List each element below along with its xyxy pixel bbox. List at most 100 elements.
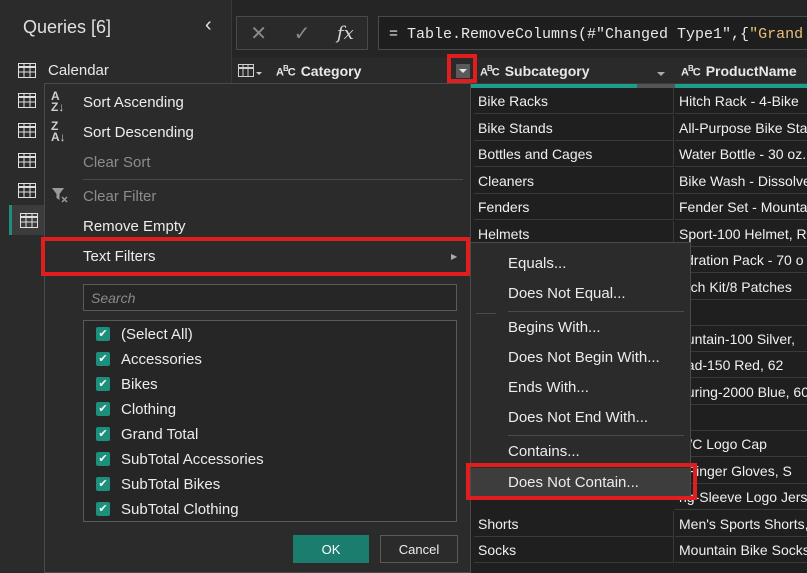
column-header-category[interactable]: ABC Category [270, 58, 361, 84]
table-cell[interactable]: oad-150 Red, 62 [675, 352, 807, 378]
sort-descending-item[interactable]: Z A↓ Sort Descending [45, 118, 470, 146]
column-label: Subcategory [504, 63, 590, 79]
checklist-item[interactable]: ✔ (Select All) [96, 322, 193, 346]
checklist-item[interactable]: ✔ SubTotal Accessories [96, 447, 264, 471]
cancel-formula-icon[interactable]: ✕ [237, 17, 280, 49]
checkbox-checked-icon[interactable]: ✔ [96, 402, 110, 416]
value-checklist: ✔ (Select All) ✔ Accessories ✔ Bikes ✔ Cloth… [83, 320, 457, 522]
table-cell[interactable]: ouring-2000 Blue, 60 [675, 379, 807, 405]
search-input[interactable]: Search [83, 284, 457, 311]
checklist-item[interactable]: ✔ SubTotal Clothing [96, 497, 239, 521]
does-not-end-with-item[interactable]: Does Not End With... [471, 403, 690, 431]
ends-with-item[interactable]: Ends With... [471, 373, 690, 401]
submenu-label: Ends With... [508, 378, 589, 396]
column-header-productname[interactable]: ABC ProductName [675, 58, 797, 84]
collapse-pane-icon[interactable]: ‹ [205, 14, 212, 37]
clear-filter-item[interactable]: Clear Filter [45, 182, 470, 210]
submenu-label: Does Not Equal... [508, 284, 626, 302]
table-cell[interactable]: Bike Wash - Dissolver [675, 168, 807, 194]
checkbox-checked-icon[interactable]: ✔ [96, 427, 110, 441]
table-cell[interactable]: Men's Sports Shorts, [675, 511, 807, 537]
equals-item[interactable]: Equals... [471, 249, 690, 277]
checklist-label: Grand Total [121, 425, 199, 443]
table-cell[interactable]: f-Finger Gloves, S [675, 458, 807, 484]
table-icon [18, 62, 36, 78]
column-header-subcategory[interactable]: ABC Subcategory [474, 58, 590, 84]
checklist-item[interactable]: ✔ Clothing [96, 397, 176, 421]
checklist-label: (Select All) [121, 325, 193, 343]
table-cell[interactable]: Socks [474, 537, 674, 563]
chevron-down-icon[interactable] [656, 66, 666, 82]
table-cell[interactable]: Bottles and Cages [474, 141, 674, 167]
column-label: ProductName [705, 63, 797, 79]
table-cell[interactable]: Bike Racks [474, 88, 674, 114]
fx-icon[interactable]: fx [324, 17, 367, 49]
checkbox-checked-icon[interactable]: ✔ [96, 377, 110, 391]
clear-sort-item[interactable]: Clear Sort [45, 148, 470, 176]
checkbox-checked-icon[interactable]: ✔ [96, 327, 110, 341]
table-icon [20, 212, 38, 228]
submenu-separator [508, 435, 684, 436]
does-not-equal-item[interactable]: Does Not Equal... [471, 279, 690, 307]
table-cell[interactable]: ydration Pack - 70 o [675, 247, 807, 273]
checklist-item[interactable]: ✔ Grand Total [96, 422, 198, 446]
table-icon [18, 182, 36, 198]
table-cell[interactable]: atch Kit/8 Patches [675, 274, 807, 300]
table-icon [18, 92, 36, 108]
does-not-begin-with-item[interactable]: Does Not Begin With... [471, 343, 690, 371]
table-cell[interactable]: Mountain Bike Socks, [675, 537, 807, 563]
formula-area: ✕ ✓ fx = Table.RemoveColumns(#"Changed T… [232, 0, 807, 58]
clear-filter-icon [51, 186, 73, 208]
table-cell[interactable]: Hitch Rack - 4-Bike [675, 88, 807, 114]
table-cell[interactable]: Fenders [474, 194, 674, 220]
table-cell[interactable]: ountain-100 Silver, [675, 326, 807, 352]
checkbox-checked-icon[interactable]: ✔ [96, 452, 110, 466]
table-cell[interactable]: Cleaners [474, 168, 674, 194]
checklist-label: SubTotal Accessories [121, 450, 264, 468]
filter-dropdown-panel: A Z↓ Sort Ascending Z A↓ Sort Descending C… [44, 83, 471, 573]
text-filters-item[interactable]: Text Filters ▶ [45, 242, 470, 270]
formula-input[interactable]: = Table.RemoveColumns(#"Changed Type1",{… [378, 16, 807, 50]
table-menu-icon[interactable] [238, 58, 262, 84]
table-cell[interactable]: Water Bottle - 30 oz. [675, 141, 807, 167]
menu-label: Clear Sort [83, 153, 151, 171]
formula-buttons: ✕ ✓ fx [236, 16, 368, 50]
menu-label: Remove Empty [83, 217, 186, 235]
menu-label: Clear Filter [83, 187, 157, 205]
checkbox-checked-icon[interactable]: ✔ [96, 477, 110, 491]
cancel-button[interactable]: Cancel [380, 535, 458, 563]
sort-descending-icon: Z A↓ [51, 119, 66, 144]
checkbox-checked-icon[interactable]: ✔ [96, 352, 110, 366]
table-cell[interactable]: All-Purpose Bike Stan [675, 115, 807, 141]
menu-label: Text Filters [83, 247, 156, 265]
table-cell[interactable]: Fender Set - Mountain [675, 194, 807, 220]
checklist-item[interactable]: ✔ Accessories [96, 347, 202, 371]
query-item-calendar[interactable]: Calendar [10, 55, 228, 85]
table-cell[interactable]: Bike Stands [474, 115, 674, 141]
checklist-item[interactable]: ✔ Bikes [96, 372, 158, 396]
sort-ascending-item[interactable]: A Z↓ Sort Ascending [45, 88, 470, 116]
checkbox-checked-icon[interactable]: ✔ [96, 502, 110, 516]
menu-label: Sort Ascending [83, 93, 184, 111]
submenu-label: Does Not Begin With... [508, 348, 660, 366]
table-cell[interactable]: Sport-100 Helmet, Re [675, 221, 807, 247]
table-cell[interactable] [675, 405, 807, 431]
menu-label: Sort Descending [83, 123, 194, 141]
submenu-separator [508, 311, 684, 312]
submenu-label: Begins With... [508, 318, 601, 336]
confirm-formula-icon[interactable]: ✓ [280, 17, 323, 49]
table-cell[interactable]: ng-Sleeve Logo Jers [675, 484, 807, 510]
table-cell[interactable] [675, 300, 807, 326]
contains-item[interactable]: Contains... [471, 437, 690, 465]
does-not-contain-item[interactable]: Does Not Contain... [471, 468, 690, 496]
checklist-label: SubTotal Bikes [121, 475, 221, 493]
remove-empty-item[interactable]: Remove Empty [45, 212, 470, 240]
table-cell[interactable]: WC Logo Cap [675, 431, 807, 457]
checklist-label: SubTotal Clothing [121, 500, 239, 518]
ok-button[interactable]: OK [293, 535, 369, 563]
table-cell[interactable]: Shorts [474, 511, 674, 537]
checklist-item[interactable]: ✔ SubTotal Bikes [96, 472, 220, 496]
checklist-label: Bikes [121, 375, 158, 393]
begins-with-item[interactable]: Begins With... [471, 313, 690, 341]
filter-dropdown-button[interactable] [456, 64, 470, 78]
